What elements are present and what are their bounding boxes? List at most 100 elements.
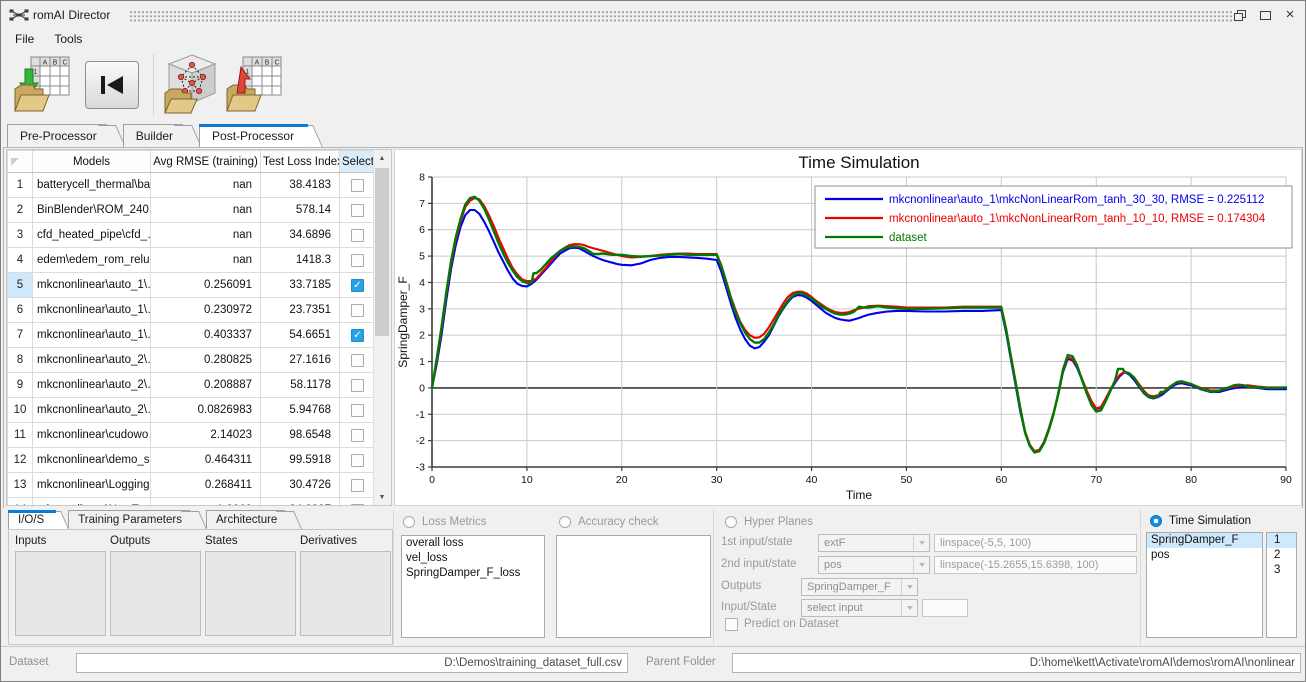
- tab-post-processor[interactable]: Post-Processor: [199, 124, 304, 147]
- select-checkbox[interactable]: [351, 354, 364, 367]
- select-checkbox[interactable]: [351, 254, 364, 267]
- ios-label-derivatives: Derivatives: [300, 535, 357, 547]
- hp-value-field[interactable]: linspace(-15.2655,15.6398, 100): [934, 556, 1137, 574]
- scrollbar-thumb[interactable]: [375, 168, 389, 336]
- ios-list-derivatives[interactable]: [300, 551, 391, 636]
- title-bar[interactable]: romAI Director ×: [1, 1, 1305, 29]
- signal-item[interactable]: pos: [1147, 548, 1262, 563]
- svg-text:5: 5: [419, 251, 425, 263]
- select-checkbox[interactable]: [351, 304, 364, 317]
- model-name-cell: mkcnonlinear\Logging…: [33, 473, 151, 498]
- toolbar-separator: [153, 54, 154, 116]
- loss-metrics-list[interactable]: overall lossvel_lossSpringDamper_F_loss: [401, 535, 545, 638]
- close-window-button[interactable]: ×: [1283, 8, 1297, 22]
- select-cell: ✓: [340, 323, 376, 348]
- loss-metrics-radio[interactable]: [403, 516, 415, 528]
- hyper-planes-radio[interactable]: [725, 516, 737, 528]
- table-row[interactable]: 8mkcnonlinear\auto_2\…0.28082527.1616: [8, 348, 376, 373]
- time-simulation-signal-list[interactable]: SpringDamper_Fpos: [1146, 532, 1263, 638]
- select-checkbox[interactable]: [351, 504, 364, 507]
- table-row[interactable]: 7mkcnonlinear\auto_1\…0.40333754.6651✓: [8, 323, 376, 348]
- tab-training-parameters[interactable]: Training Parameters: [68, 510, 190, 529]
- import-dataset-button[interactable]: A B C 1: [13, 55, 71, 122]
- scroll-down-icon[interactable]: ▼: [374, 489, 390, 505]
- export-table-button[interactable]: A B C 1: [225, 55, 283, 122]
- hp-value-field[interactable]: [922, 599, 968, 617]
- parent-folder-path-field[interactable]: D:\home\kett\Activate\romAI\demos\romAI\…: [732, 653, 1301, 673]
- select-cell: [340, 223, 376, 248]
- table-row[interactable]: 14mkcnonlinear\NewTes…1.396984.2397: [8, 498, 376, 507]
- select-cell: [340, 298, 376, 323]
- table-row[interactable]: 1batterycell_thermal\bat…nan38.4183: [8, 173, 376, 198]
- select-checkbox[interactable]: [351, 204, 364, 217]
- table-scrollbar[interactable]: ▲ ▼: [373, 150, 391, 505]
- model-name-cell: mkcnonlinear\auto_1\…: [33, 298, 151, 323]
- index-item[interactable]: 1: [1267, 533, 1296, 548]
- accuracy-check-radio[interactable]: [559, 516, 571, 528]
- hp-select-outputs[interactable]: SpringDamper_F: [801, 578, 918, 596]
- accuracy-check-list[interactable]: [556, 535, 711, 638]
- tab-builder[interactable]: Builder: [123, 124, 183, 147]
- table-row[interactable]: 2BinBlender\ROM_240…nan578.14: [8, 198, 376, 223]
- rmse-cell: 0.268411: [151, 473, 261, 498]
- maximize-window-button[interactable]: [1258, 8, 1272, 22]
- index-item[interactable]: 3: [1267, 563, 1296, 578]
- table-corner[interactable]: [8, 151, 33, 173]
- ios-list-inputs[interactable]: [15, 551, 106, 636]
- tab-i-o-s[interactable]: I/O/S: [8, 510, 52, 529]
- hp-select-input-state[interactable]: select input: [801, 599, 918, 617]
- select-checkbox[interactable]: ✓: [351, 279, 364, 292]
- ios-list-outputs[interactable]: [110, 551, 201, 636]
- select-checkbox[interactable]: [351, 454, 364, 467]
- column-header-select[interactable]: Select: [340, 151, 376, 173]
- hp-select-1st-input-state[interactable]: extF: [818, 534, 930, 552]
- select-checkbox[interactable]: ✓: [351, 329, 364, 342]
- svg-text:7: 7: [419, 198, 425, 210]
- menu-item-tools[interactable]: Tools: [44, 29, 92, 51]
- loss-metric-item[interactable]: overall loss: [402, 536, 544, 551]
- restore-window-button[interactable]: [1233, 8, 1247, 22]
- column-header-models[interactable]: Models: [33, 151, 151, 173]
- select-checkbox[interactable]: [351, 479, 364, 492]
- signal-item[interactable]: SpringDamper_F: [1147, 533, 1262, 548]
- tab-architecture[interactable]: Architecture: [206, 510, 285, 529]
- hp-select-2nd-input-state[interactable]: pos: [818, 556, 930, 574]
- scroll-up-icon[interactable]: ▲: [374, 150, 390, 166]
- table-row[interactable]: 10mkcnonlinear\auto_2\…0.08269835.94768: [8, 398, 376, 423]
- ios-list-states[interactable]: [205, 551, 296, 636]
- svg-text:30: 30: [711, 474, 723, 486]
- window-title: romAI Director: [33, 8, 110, 22]
- select-checkbox[interactable]: [351, 229, 364, 242]
- select-checkbox[interactable]: [351, 404, 364, 417]
- tab-pre-processor[interactable]: Pre-Processor: [7, 124, 107, 147]
- load-rom-button[interactable]: [163, 53, 221, 122]
- row-number: 9: [8, 373, 33, 398]
- select-checkbox[interactable]: [351, 379, 364, 392]
- titlebar-drag-handle[interactable]: [129, 10, 1233, 22]
- column-header-test-loss-index[interactable]: Test Loss Index: [261, 151, 340, 173]
- table-row[interactable]: 12mkcnonlinear\demo_s…0.46431199.5918: [8, 448, 376, 473]
- dataset-path-field[interactable]: D:\Demos\training_dataset_full.csv: [76, 653, 628, 673]
- table-row[interactable]: 13mkcnonlinear\Logging…0.26841130.4726: [8, 473, 376, 498]
- predict-on-dataset-checkbox[interactable]: [725, 618, 738, 631]
- menu-item-file[interactable]: File: [5, 29, 44, 51]
- loss-metric-item[interactable]: SpringDamper_F_loss: [402, 566, 544, 581]
- hp-value-field[interactable]: linspace(-5,5, 100): [934, 534, 1137, 552]
- table-row[interactable]: 4edem\edem_rom_relu…nan1418.3: [8, 248, 376, 273]
- table-row[interactable]: 9mkcnonlinear\auto_2\…0.20888758.1178: [8, 373, 376, 398]
- table-row[interactable]: 3cfd_heated_pipe\cfd_…nan34.6896: [8, 223, 376, 248]
- select-checkbox[interactable]: [351, 429, 364, 442]
- reset-button[interactable]: [85, 61, 139, 109]
- select-checkbox[interactable]: [351, 179, 364, 192]
- time-simulation-radio[interactable]: [1150, 515, 1162, 527]
- loss-metrics-label: Loss Metrics: [422, 516, 487, 528]
- table-row[interactable]: 5mkcnonlinear\auto_1\…0.25609133.7185✓: [8, 273, 376, 298]
- column-header-avg-rmse-training-[interactable]: Avg RMSE (training): [151, 151, 261, 173]
- table-row[interactable]: 6mkcnonlinear\auto_1\…0.23097223.7351: [8, 298, 376, 323]
- loss-metric-item[interactable]: vel_loss: [402, 551, 544, 566]
- index-item[interactable]: 2: [1267, 548, 1296, 563]
- svg-text:B: B: [53, 60, 58, 67]
- time-simulation-index-list[interactable]: 123: [1266, 532, 1297, 638]
- select-cell: [340, 498, 376, 507]
- table-row[interactable]: 11mkcnonlinear\cudowo…2.1402398.6548: [8, 423, 376, 448]
